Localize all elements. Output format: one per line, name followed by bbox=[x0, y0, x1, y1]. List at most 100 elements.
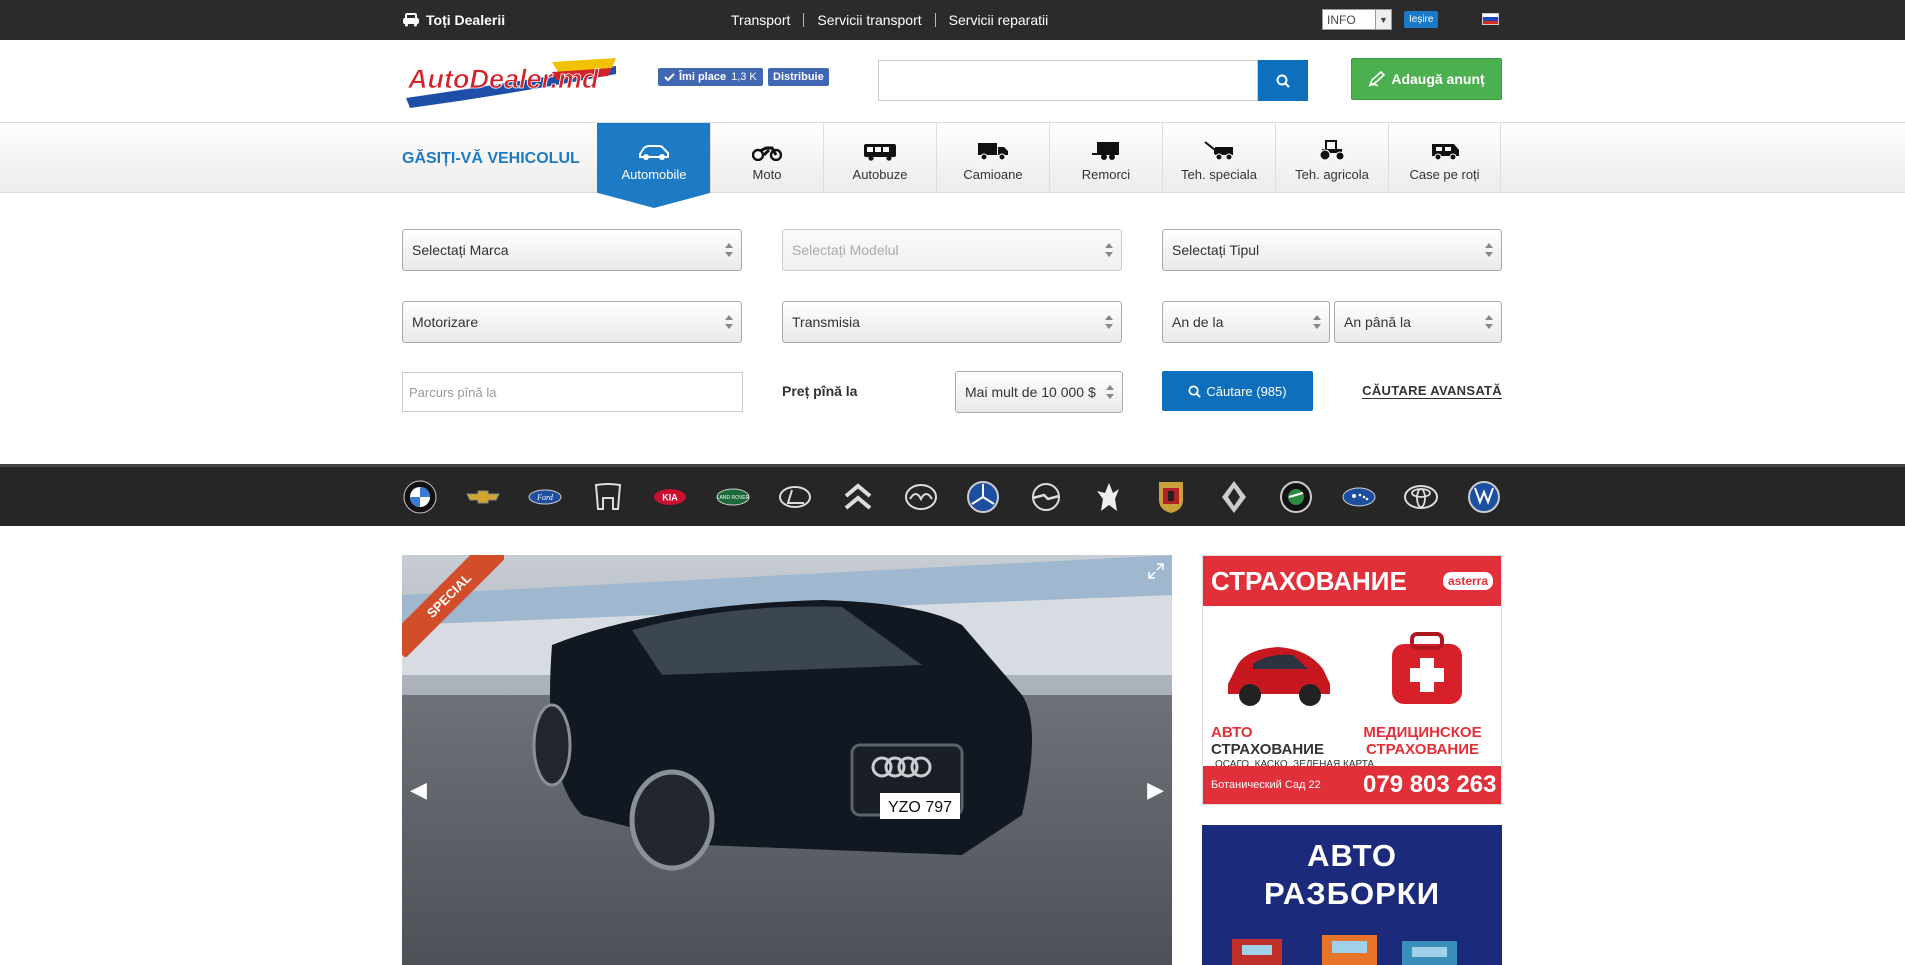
land-rover-logo-icon[interactable]: LAND ROVER bbox=[715, 479, 751, 515]
search-button[interactable] bbox=[1258, 60, 1308, 101]
tab-label: Automobile bbox=[621, 167, 687, 182]
info-select[interactable]: INFO ▼ bbox=[1322, 9, 1392, 30]
year-to-select[interactable]: An până la bbox=[1334, 301, 1502, 343]
volkswagen-logo-icon[interactable] bbox=[1466, 479, 1502, 515]
insurance-ad-text: АВТО СТРАХОВАНИЕ МЕДИЦИНСКОЕ СТРАХОВАНИЕ bbox=[1203, 724, 1501, 759]
updown-arrows-icon bbox=[1105, 243, 1113, 257]
add-listing-button[interactable]: Adaugă anunț bbox=[1351, 58, 1502, 100]
honda-logo-icon[interactable] bbox=[590, 479, 626, 515]
tab-moto[interactable]: Moto bbox=[710, 123, 823, 193]
tab-automobile[interactable]: Automobile bbox=[597, 123, 710, 208]
year-from-select[interactable]: An de la bbox=[1162, 301, 1330, 343]
auto-parts-ad-line2: РАЗБОРКИ bbox=[1263, 876, 1441, 911]
add-listing-label: Adaugă anunț bbox=[1391, 71, 1485, 87]
logout-button[interactable]: Ieșire bbox=[1404, 11, 1439, 28]
engine-select[interactable]: Motorizare bbox=[402, 301, 742, 343]
tab-special-machinery[interactable]: Teh. speciala bbox=[1162, 123, 1275, 193]
tab-label: Moto bbox=[752, 167, 782, 182]
lexus-logo-icon[interactable] bbox=[777, 479, 813, 515]
tab-label: Camioane bbox=[963, 167, 1023, 182]
tractor-icon bbox=[1319, 140, 1345, 161]
mercedes-logo-icon[interactable] bbox=[965, 479, 1001, 515]
transmission-select-value: Transmisia bbox=[792, 314, 860, 330]
advanced-search-link[interactable]: CĂUTARE AVANSATĂ bbox=[1362, 383, 1502, 399]
vehicle-tabs: Automobile Moto Autobuze Camioane Remorc… bbox=[597, 123, 1501, 208]
peugeot-logo-icon[interactable] bbox=[1090, 479, 1126, 515]
insurance-label: СТРАХОВАНИЕ bbox=[1211, 741, 1324, 759]
license-plate: YZO 797 bbox=[888, 799, 952, 816]
auto-parts-ad-line1: АВТО bbox=[1307, 838, 1397, 873]
auto-parts-ad-banner[interactable]: АВТО РАЗБОРКИ bbox=[1202, 825, 1502, 965]
transmission-select[interactable]: Transmisia bbox=[782, 301, 1122, 343]
insurance-ad-header: СТРАХОВАНИЕ asterra bbox=[1203, 556, 1501, 606]
all-dealers-label: Toți Dealerii bbox=[426, 12, 506, 28]
insurance-phone: 079 803 263 bbox=[1363, 771, 1497, 798]
updown-arrows-icon bbox=[1485, 315, 1493, 329]
updown-arrows-icon bbox=[1485, 243, 1493, 257]
chevrolet-logo-icon[interactable] bbox=[465, 479, 501, 515]
slider-prev-arrow-icon[interactable]: ◀ bbox=[410, 777, 427, 803]
trucks-illustration bbox=[1232, 935, 1457, 965]
price-select-value: Mai mult de 10 000 $ bbox=[965, 384, 1096, 400]
nav-transport[interactable]: Transport bbox=[731, 13, 805, 27]
car-icon bbox=[639, 145, 669, 160]
search-box bbox=[878, 60, 1258, 101]
slider-next-arrow-icon[interactable]: ▶ bbox=[1147, 777, 1164, 803]
top-nav: Transport Servicii transport Servicii re… bbox=[731, 0, 1061, 40]
insurance-ad-images bbox=[1203, 614, 1501, 724]
brand-select[interactable]: Selectați Marca bbox=[402, 229, 742, 271]
search-submit-button[interactable]: Căutare (985) bbox=[1162, 371, 1313, 411]
trailer-icon bbox=[1092, 142, 1119, 160]
bmw-logo-icon[interactable] bbox=[402, 479, 438, 515]
mazda-logo-icon[interactable] bbox=[903, 479, 939, 515]
featured-slider[interactable]: YZO 797 SPECIAL ◀ ▶ bbox=[402, 555, 1172, 965]
updown-arrows-icon bbox=[725, 243, 733, 257]
tab-motorhomes[interactable]: Case pe roți bbox=[1388, 123, 1501, 193]
fb-like-button[interactable]: Îmi place 1,3 K bbox=[658, 68, 763, 86]
nav-transport-services[interactable]: Servicii transport bbox=[804, 13, 936, 27]
type-select[interactable]: Selectați Tipul bbox=[1162, 229, 1502, 271]
price-select[interactable]: Mai mult de 10 000 $ bbox=[955, 371, 1123, 413]
tab-buses[interactable]: Autobuze bbox=[823, 123, 936, 193]
skoda-logo-icon[interactable] bbox=[1278, 479, 1314, 515]
subaru-logo-icon[interactable] bbox=[1341, 479, 1377, 515]
price-label: Preț pînă la bbox=[782, 383, 858, 399]
ford-logo-icon[interactable]: Ford bbox=[527, 479, 563, 515]
all-dealers-link[interactable]: Toți Dealerii bbox=[402, 12, 505, 28]
type-select-value: Selectați Tipul bbox=[1172, 242, 1260, 258]
citroen-logo-icon[interactable] bbox=[840, 479, 876, 515]
toyota-logo-icon[interactable] bbox=[1403, 479, 1439, 515]
insurance-address: Ботанический Сад 22 bbox=[1211, 779, 1321, 791]
autodealer-logo[interactable]: AutoDealer.md bbox=[402, 54, 620, 110]
engine-select-value: Motorizare bbox=[412, 314, 479, 330]
medical-insurance-label: МЕДИЦИНСКОЕ СТРАХОВАНИЕ bbox=[1363, 724, 1482, 759]
tab-trailers[interactable]: Remorci bbox=[1049, 123, 1162, 193]
porsche-logo-icon[interactable] bbox=[1153, 479, 1189, 515]
model-select-value: Selectați Modelul bbox=[792, 242, 899, 258]
camper-icon bbox=[1431, 144, 1459, 161]
opel-logo-icon[interactable] bbox=[1028, 479, 1064, 515]
find-vehicle-title: GĂSIȚI-VĂ VEHICOLUL bbox=[402, 150, 580, 167]
mileage-input[interactable]: Parcurs pînă la bbox=[402, 372, 743, 412]
renault-logo-icon[interactable] bbox=[1216, 479, 1252, 515]
fb-share-button[interactable]: Distribuie bbox=[768, 68, 829, 86]
updown-arrows-icon bbox=[1105, 315, 1113, 329]
tab-label: Remorci bbox=[1081, 167, 1131, 182]
search-input[interactable] bbox=[879, 61, 1257, 100]
brand-logos-strip: Ford KIA LAND ROVER bbox=[0, 464, 1905, 526]
model-select[interactable]: Selectați Modelul bbox=[782, 229, 1122, 271]
tab-agricultural[interactable]: Teh. agricola bbox=[1275, 123, 1388, 193]
insurance-ad-footer: Ботанический Сад 22 079 803 263 bbox=[1203, 766, 1501, 804]
nav-repair-services[interactable]: Servicii reparatii bbox=[936, 13, 1062, 27]
tab-label: Autobuze bbox=[852, 167, 908, 182]
russian-flag-icon[interactable] bbox=[1482, 13, 1499, 25]
fb-like-label: Îmi place bbox=[679, 71, 727, 83]
bus-icon bbox=[864, 144, 896, 161]
year-to-value: An până la bbox=[1344, 314, 1411, 330]
insurance-ad-banner[interactable]: СТРАХОВАНИЕ asterra АВТО СТРАХОВАНИЕ МЕД… bbox=[1202, 555, 1502, 805]
auto-label: АВТО bbox=[1211, 724, 1253, 741]
tab-trucks[interactable]: Camioane bbox=[936, 123, 1049, 193]
mileage-placeholder: Parcurs pînă la bbox=[409, 384, 497, 400]
fullscreen-icon[interactable] bbox=[1148, 563, 1164, 579]
kia-logo-icon[interactable]: KIA bbox=[652, 479, 688, 515]
